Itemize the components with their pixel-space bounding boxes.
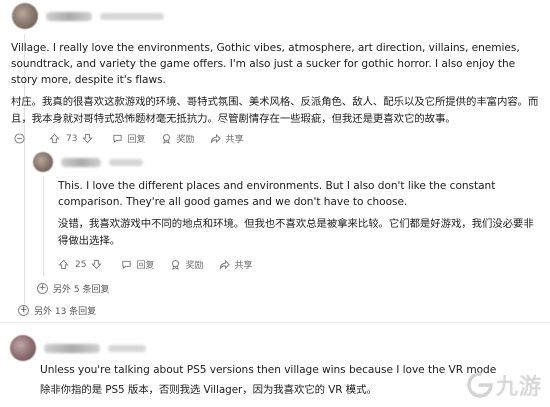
timestamp-blurred bbox=[109, 158, 143, 166]
username-blurred[interactable] bbox=[61, 157, 101, 167]
comment1-actions: 73 回复 奖励 共享 bbox=[14, 132, 260, 145]
share-icon bbox=[220, 259, 231, 270]
username-blurred[interactable] bbox=[44, 343, 100, 353]
award-button[interactable]: 奖励 bbox=[170, 258, 203, 271]
comment-icon bbox=[122, 260, 132, 270]
award-button[interactable]: 奖励 bbox=[161, 132, 194, 145]
downvote-icon[interactable] bbox=[91, 259, 103, 270]
collapse-button[interactable] bbox=[14, 133, 33, 144]
award-icon bbox=[163, 134, 171, 144]
comment2-text-zh: 没错，我喜欢游戏中不同的地点和环境。但我也不喜欢总是被拿来比较。它们都是好游戏，… bbox=[58, 218, 534, 247]
vote-count: 73 bbox=[66, 133, 78, 144]
plus-circle-icon: + bbox=[37, 283, 48, 294]
more-replies-label: 另外 5 条回复 bbox=[53, 285, 110, 295]
comment2-body: This. I love the different places and en… bbox=[58, 178, 538, 256]
comment2-more-replies[interactable]: + 另外 5 条回复 bbox=[37, 282, 109, 295]
avatar[interactable] bbox=[12, 3, 38, 29]
vote-group: 25 bbox=[58, 259, 105, 270]
downvote-icon[interactable] bbox=[82, 133, 94, 144]
comment3-header bbox=[10, 335, 146, 361]
award-label: 奖励 bbox=[185, 261, 204, 271]
reply-button[interactable]: 回复 bbox=[121, 258, 154, 271]
username-blurred[interactable] bbox=[46, 11, 92, 21]
share-label: 共享 bbox=[225, 135, 244, 145]
award-label: 奖励 bbox=[176, 135, 195, 145]
thread-more-replies[interactable]: + 另外 13 条回复 bbox=[18, 304, 96, 317]
collapse-icon bbox=[14, 133, 25, 144]
thread-more-label: 另外 13 条回复 bbox=[34, 307, 97, 317]
upvote-icon[interactable] bbox=[58, 259, 69, 270]
watermark: 九游 bbox=[466, 369, 542, 401]
watermark-text: 九游 bbox=[495, 375, 542, 400]
nested-thread-line[interactable] bbox=[43, 176, 44, 276]
award-icon bbox=[172, 260, 180, 270]
reply-label: 回复 bbox=[127, 135, 146, 145]
vote-count: 25 bbox=[75, 259, 87, 270]
avatar[interactable] bbox=[33, 152, 53, 172]
avatar[interactable] bbox=[10, 335, 36, 361]
comment2-header bbox=[33, 152, 143, 172]
comment1-text-en: Village. I really love the environments,… bbox=[11, 42, 520, 86]
share-icon bbox=[211, 133, 222, 144]
comment1-body: Village. I really love the environments,… bbox=[11, 40, 541, 134]
divider bbox=[0, 322, 550, 323]
vote-group: 73 bbox=[49, 133, 96, 144]
share-button[interactable]: 共享 bbox=[210, 132, 244, 145]
comment-icon bbox=[113, 134, 123, 144]
upvote-icon[interactable] bbox=[49, 133, 60, 144]
plus-circle-icon: + bbox=[18, 305, 29, 316]
timestamp-blurred bbox=[108, 344, 146, 352]
comment2-text-en: This. I love the different places and en… bbox=[58, 180, 496, 208]
share-label: 共享 bbox=[234, 261, 253, 271]
reply-button[interactable]: 回复 bbox=[112, 132, 145, 145]
timestamp-blurred bbox=[100, 12, 164, 20]
comment1-header bbox=[12, 3, 164, 29]
comment2-actions: 25 回复 奖励 共享 bbox=[58, 258, 269, 271]
comment1-text-zh: 村庄。我真的很喜欢这款游戏的环境、哥特式氛围、美术风格、反派角色、敌人、配乐以及… bbox=[11, 96, 539, 125]
share-button[interactable]: 共享 bbox=[219, 258, 253, 271]
watermark-logo-icon bbox=[467, 372, 493, 398]
reply-label: 回复 bbox=[136, 261, 155, 271]
